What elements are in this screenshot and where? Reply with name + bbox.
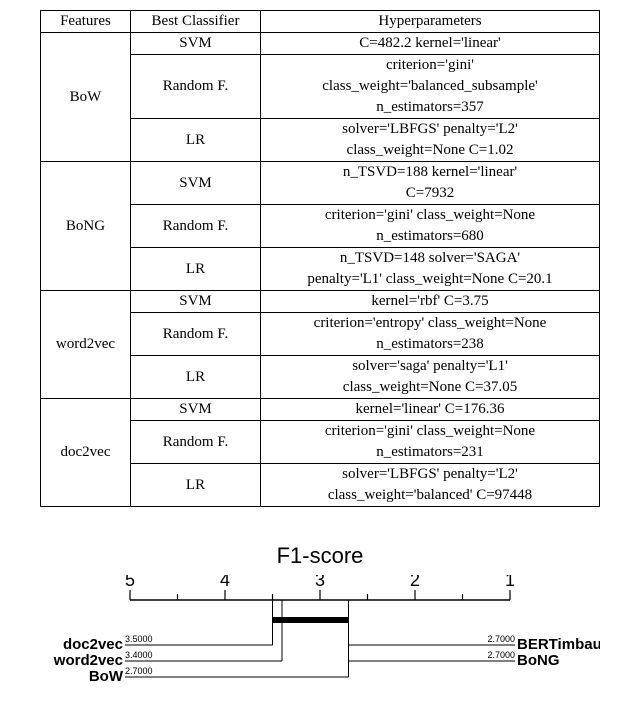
- hyper-cell: class_weight=None C=1.02: [261, 140, 600, 162]
- cd-score: 3.5000: [125, 634, 153, 644]
- hyper-cell: C=7932: [261, 183, 600, 205]
- classifier-cell: SVM: [131, 291, 261, 313]
- svg-text:3: 3: [315, 575, 325, 590]
- chart-title: F1-score: [40, 543, 600, 569]
- hyper-cell: class_weight='balanced' C=97448: [261, 485, 600, 507]
- col-classifier: Best Classifier: [131, 11, 261, 33]
- hyper-cell: C=482.2 kernel='linear': [261, 33, 600, 55]
- classifier-cell: Random F.: [131, 55, 261, 119]
- cd-label: BoNG: [517, 652, 560, 669]
- classifier-cell: SVM: [131, 33, 261, 55]
- table-row: word2vecSVMkernel='rbf' C=3.75: [41, 291, 600, 313]
- classifier-cell: SVM: [131, 399, 261, 421]
- classifier-cell: Random F.: [131, 205, 261, 248]
- hyper-cell: criterion='entropy' class_weight=None: [261, 313, 600, 335]
- hyper-cell: n_TSVD=188 kernel='linear': [261, 162, 600, 184]
- hyper-cell: n_estimators=238: [261, 334, 600, 356]
- cd-plot: 12345doc2vec3.5000word2vec3.4000BoW2.700…: [40, 575, 600, 715]
- cd-label: BERTimbau: [517, 636, 600, 653]
- cd-score: 2.7000: [487, 634, 515, 644]
- cd-diagram: F1-score 1 2 3 4 5 doc2vec3.5000word2vec3.400…: [40, 543, 600, 715]
- col-hyperparams: Hyperparameters: [261, 11, 600, 33]
- classifier-cell: LR: [131, 119, 261, 162]
- hyper-cell: criterion='gini' class_weight=None: [261, 205, 600, 227]
- hyper-cell: n_TSVD=148 solver='SAGA': [261, 248, 600, 270]
- table-row: doc2vecSVMkernel='linear' C=176.36: [41, 399, 600, 421]
- hyper-cell: solver='LBFGS' penalty='L2': [261, 119, 600, 141]
- table-row: BoNGSVMn_TSVD=188 kernel='linear': [41, 162, 600, 184]
- hyper-cell: penalty='L1' class_weight=None C=20.1: [261, 269, 600, 291]
- svg-text:2: 2: [410, 575, 420, 590]
- table-row: BoWSVMC=482.2 kernel='linear': [41, 33, 600, 55]
- feature-cell: BoW: [41, 33, 131, 162]
- hyper-cell: n_estimators=680: [261, 226, 600, 248]
- hyper-cell: solver='LBFGS' penalty='L2': [261, 464, 600, 486]
- hyper-cell: class_weight='balanced_subsample': [261, 76, 600, 97]
- hyper-cell: n_estimators=231: [261, 442, 600, 464]
- classifier-cell: LR: [131, 356, 261, 399]
- classifier-cell: LR: [131, 248, 261, 291]
- hyper-cell: criterion='gini': [261, 55, 600, 77]
- hyper-cell: class_weight=None C=37.05: [261, 377, 600, 399]
- header-row: Features Best Classifier Hyperparameters: [41, 11, 600, 33]
- hyper-cell: solver='saga' penalty='L1': [261, 356, 600, 378]
- svg-text:5: 5: [125, 575, 135, 590]
- col-features: Features: [41, 11, 131, 33]
- hyperparams-table: Features Best Classifier Hyperparameters…: [40, 10, 600, 507]
- hyper-cell: criterion='gini' class_weight=None: [261, 421, 600, 443]
- feature-cell: BoNG: [41, 162, 131, 291]
- hyper-cell: kernel='rbf' C=3.75: [261, 291, 600, 313]
- classifier-cell: Random F.: [131, 421, 261, 464]
- feature-cell: word2vec: [41, 291, 131, 399]
- cd-label: BoW: [89, 668, 124, 685]
- svg-text:1: 1: [505, 575, 515, 590]
- hyper-cell: n_estimators=357: [261, 97, 600, 119]
- svg-text:4: 4: [220, 575, 230, 590]
- cd-label: word2vec: [53, 652, 123, 669]
- cd-score: 2.7000: [487, 650, 515, 660]
- cd-score: 2.7000: [125, 666, 153, 676]
- classifier-cell: SVM: [131, 162, 261, 205]
- cd-label: doc2vec: [63, 636, 123, 653]
- cd-score: 3.4000: [125, 650, 153, 660]
- classifier-cell: LR: [131, 464, 261, 507]
- classifier-cell: Random F.: [131, 313, 261, 356]
- feature-cell: doc2vec: [41, 399, 131, 507]
- hyper-cell: kernel='linear' C=176.36: [261, 399, 600, 421]
